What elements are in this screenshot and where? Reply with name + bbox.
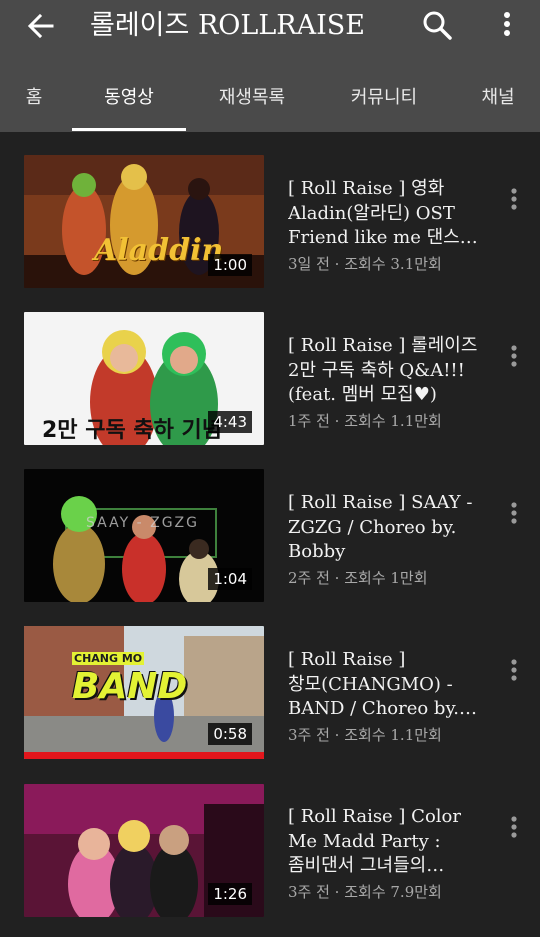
video-title[interactable]: [ Roll Raise ] 롤레이즈 2만 구독 축하 Q&A!!! (fea… xyxy=(288,334,488,408)
tab-channel[interactable]: 채널 xyxy=(470,54,526,132)
app-bar: 롤레이즈 ROLLRAISE 홈 동영상 재생목록 커뮤니티 채널 xyxy=(0,0,540,132)
tab-playlists[interactable]: 재생목록 xyxy=(204,54,300,132)
duration-badge: 0:58 xyxy=(208,723,252,745)
more-vert-icon xyxy=(511,502,517,524)
more-vert-icon xyxy=(511,188,517,210)
video-meta: 3주 전 · 조회수 7.9만회 xyxy=(288,883,442,901)
more-vert-icon xyxy=(504,12,510,36)
duration-badge: 1:00 xyxy=(208,254,252,276)
video-menu-button[interactable] xyxy=(504,499,524,529)
video-item[interactable]: Aladdin 1:00 [ Roll Raise ] 영화 Aladin(알라… xyxy=(0,152,540,309)
video-meta: 3주 전 · 조회수 1.1만회 xyxy=(288,726,442,744)
video-meta: 2주 전 · 조회수 1만회 xyxy=(288,569,428,587)
search-button[interactable] xyxy=(420,8,456,44)
video-thumbnail[interactable]: Aladdin 1:00 xyxy=(24,155,264,288)
video-title[interactable]: [ Roll Raise ] SAAY - ZGZG / Choreo by. … xyxy=(288,491,488,565)
tab-community[interactable]: 커뮤니티 xyxy=(336,54,432,132)
thumbnail-caption: BAND xyxy=(72,666,188,707)
video-menu-button[interactable] xyxy=(504,656,524,686)
video-item[interactable]: 1:26 [ Roll Raise ] Color Me Madd Party … xyxy=(0,780,540,937)
duration-badge: 1:04 xyxy=(208,568,252,590)
top-toolbar: 롤레이즈 ROLLRAISE xyxy=(0,0,540,54)
video-title[interactable]: [ Roll Raise ] 영화 Aladin(알라딘) OST Friend… xyxy=(288,177,488,251)
channel-tabs: 홈 동영상 재생목록 커뮤니티 채널 xyxy=(0,54,540,132)
video-thumbnail[interactable]: 1:26 xyxy=(24,784,264,917)
video-meta: 1주 전 · 조회수 1.1만회 xyxy=(288,412,442,430)
video-thumbnail[interactable]: CHANG MO BAND 0:58 xyxy=(24,626,264,759)
video-thumbnail[interactable]: SAAY - ZGZG 1:04 xyxy=(24,469,264,602)
thumbnail-caption: 2만 구독 축하 기념 xyxy=(42,418,222,443)
more-options-button[interactable] xyxy=(494,8,520,44)
tab-home[interactable]: 홈 xyxy=(14,54,54,132)
video-meta: 3일 전 · 조회수 3.1만회 xyxy=(288,255,442,273)
video-item[interactable]: 2만 구독 축하 기념 4:43 [ Roll Raise ] 롤레이즈 2만 … xyxy=(0,309,540,466)
video-menu-button[interactable] xyxy=(504,813,524,843)
channel-title: 롤레이즈 ROLLRAISE xyxy=(90,10,365,41)
search-icon xyxy=(423,11,452,40)
arrow-left-icon xyxy=(27,13,54,39)
video-menu-button[interactable] xyxy=(504,342,524,372)
more-vert-icon xyxy=(511,816,517,838)
tab-videos[interactable]: 동영상 xyxy=(72,54,186,132)
duration-badge: 4:43 xyxy=(208,411,252,433)
video-title[interactable]: [ Roll Raise ] 창모(CHANGMO) - BAND / Chor… xyxy=(288,648,488,722)
video-menu-button[interactable] xyxy=(504,185,524,215)
video-item[interactable]: SAAY - ZGZG 1:04 [ Roll Raise ] SAAY - Z… xyxy=(0,466,540,623)
thumbnail-caption: SAAY - ZGZG xyxy=(86,515,199,531)
back-button[interactable] xyxy=(22,8,62,44)
more-vert-icon xyxy=(511,345,517,367)
thumbnail-caption-small: CHANG MO xyxy=(72,652,145,665)
active-tab-indicator xyxy=(72,128,186,131)
duration-badge: 1:26 xyxy=(208,883,252,905)
more-vert-icon xyxy=(511,659,517,681)
thumbnail-caption: Aladdin xyxy=(94,233,224,268)
video-item[interactable]: CHANG MO BAND 0:58 [ Roll Raise ] 창모(CHA… xyxy=(0,623,540,780)
video-thumbnail[interactable]: 2만 구독 축하 기념 4:43 xyxy=(24,312,264,445)
video-title[interactable]: [ Roll Raise ] Color Me Madd Party : 좀비댄… xyxy=(288,805,488,879)
